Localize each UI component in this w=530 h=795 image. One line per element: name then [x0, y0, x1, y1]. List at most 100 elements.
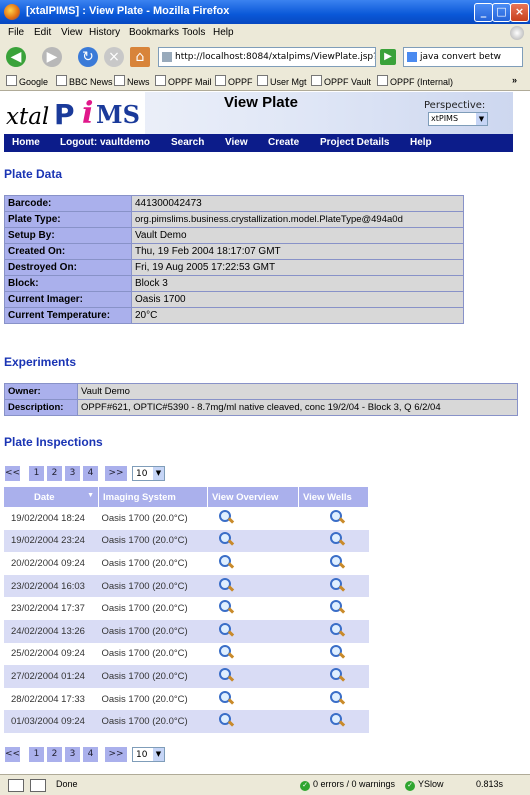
menu-edit[interactable]: Edit	[34, 27, 51, 38]
magnifier-icon[interactable]	[218, 577, 234, 592]
bookmark-icon	[56, 75, 67, 86]
stop-icon[interactable]: ×	[104, 47, 124, 67]
pager-page-2[interactable]: 2	[47, 747, 62, 762]
magnifier-icon[interactable]	[218, 713, 234, 727]
back-arrow-icon[interactable]: ◀	[6, 47, 26, 67]
view-overview-cell	[207, 507, 299, 530]
menu-file[interactable]: File	[8, 27, 24, 38]
pager-page-3[interactable]: 3	[65, 466, 80, 481]
nav-search[interactable]: Search	[171, 137, 204, 148]
magnifier-icon[interactable]	[218, 554, 234, 569]
magnifier-icon[interactable]	[329, 622, 345, 637]
nav-create[interactable]: Create	[268, 137, 299, 148]
magnifier-icon[interactable]	[218, 667, 234, 682]
pager-page-3[interactable]: 3	[65, 747, 80, 762]
menu-view[interactable]: View	[61, 27, 83, 38]
pager-page-4[interactable]: 4	[83, 747, 98, 762]
plate-data-row: Destroyed On: Fri, 19 Aug 2005 17:22:53 G…	[4, 259, 464, 276]
nav-project-details[interactable]: Project Details	[320, 137, 389, 148]
inspection-date: 25/02/2004 09:24	[4, 642, 99, 666]
pager-page-1[interactable]: 1	[29, 747, 44, 762]
magnifier-icon[interactable]	[329, 509, 345, 524]
menu-help[interactable]: Help	[213, 27, 234, 38]
status-bar: Done ✓ 0 errors / 0 warnings ✓ YSlow 0.813…	[0, 774, 530, 795]
inspection-system: Oasis 1700 (20.0°C)	[98, 665, 208, 688]
magnifier-icon[interactable]	[329, 690, 345, 705]
magnifier-icon[interactable]	[329, 667, 345, 682]
column-header-date[interactable]: Date ▼	[4, 487, 99, 507]
plate-data-row: Current Temperature: 20°C	[4, 307, 464, 324]
inspection-date: 23/02/2004 17:37	[4, 597, 99, 620]
magnifier-icon[interactable]	[329, 600, 345, 614]
validator-status[interactable]: ✓ 0 errors / 0 warnings	[300, 779, 395, 791]
reload-icon[interactable]: ↻	[78, 47, 98, 67]
magnifier-icon[interactable]	[218, 509, 234, 524]
magnifier-icon[interactable]	[218, 532, 234, 546]
menu-tools[interactable]: Tools	[182, 27, 205, 38]
search-box[interactable]: java convert betw	[403, 47, 523, 67]
plate-data-row: Current Imager: Oasis 1700	[4, 291, 464, 308]
table-row: 01/03/2004 09:24 Oasis 1700 (20.0°C)	[4, 710, 369, 733]
home-icon[interactable]: ⌂	[130, 47, 150, 67]
nav-help[interactable]: Help	[410, 137, 432, 148]
field-value: Thu, 19 Feb 2004 18:17:07 GMT	[131, 243, 464, 260]
pager-first-button[interactable]: <<	[5, 466, 20, 481]
go-icon[interactable]: ▶	[380, 49, 396, 65]
bookmark-icon	[215, 75, 226, 86]
inspection-date: 20/02/2004 09:24	[4, 552, 99, 575]
magnifier-icon[interactable]	[218, 645, 234, 659]
magnifier-icon[interactable]	[218, 600, 234, 614]
magnifier-icon[interactable]	[329, 532, 345, 546]
inspection-system: Oasis 1700 (20.0°C)	[98, 687, 208, 711]
address-bar[interactable]: http://localhost:8084/xtalpims/ViewPlate…	[158, 47, 376, 67]
magnifier-icon[interactable]	[329, 554, 345, 569]
bookmark-news[interactable]: News	[114, 75, 150, 87]
field-label: Current Imager:	[4, 291, 132, 308]
bookmark-oppf-mail[interactable]: OPPF Mail	[155, 75, 212, 87]
forward-arrow-icon[interactable]: ▶	[42, 47, 62, 67]
nav-logout[interactable]: Logout: vaultdemo	[60, 137, 150, 148]
menu-history[interactable]: History	[89, 27, 120, 38]
page-size-select[interactable]: 10 ▼	[132, 466, 165, 481]
bookmark-google[interactable]: Google	[6, 75, 48, 87]
bookmark-oppf[interactable]: OPPF	[215, 75, 253, 87]
perspective-select[interactable]: xtPIMS ▼	[428, 112, 488, 126]
bookmark-user-mgt[interactable]: User Mgt	[257, 75, 307, 87]
xtalpims-logo[interactable]: xtal P i MS	[4, 92, 145, 134]
nav-home[interactable]: Home	[12, 137, 40, 148]
magnifier-icon[interactable]	[218, 622, 234, 637]
field-value: org.pimslims.business.crystallization.mo…	[131, 211, 464, 228]
yslow-status[interactable]: ✓ YSlow	[405, 779, 444, 791]
pager-next-button[interactable]: >>	[105, 747, 127, 762]
nav-view[interactable]: View	[225, 137, 248, 148]
inspection-date: 19/02/2004 18:24	[4, 507, 99, 530]
pager-page-1[interactable]: 1	[29, 466, 44, 481]
view-wells-cell	[298, 665, 369, 688]
site-favicon	[162, 51, 172, 62]
bookmark-oppf-vault[interactable]: OPPF Vault	[311, 75, 371, 87]
bookmark-icon	[311, 75, 322, 86]
bookmark-oppf-internal[interactable]: OPPF (Internal)	[377, 75, 453, 87]
pager-page-4[interactable]: 4	[83, 466, 98, 481]
magnifier-icon[interactable]	[329, 577, 345, 592]
field-label: Block:	[4, 275, 132, 292]
bookmark-bbc-news[interactable]: BBC News	[56, 75, 113, 87]
magnifier-icon[interactable]	[218, 690, 234, 705]
pager-page-2[interactable]: 2	[47, 466, 62, 481]
page-banner: xtal P i MS View Plate Perspective: xtPI…	[4, 92, 513, 134]
page-size-select[interactable]: 10 ▼	[132, 747, 165, 762]
pager-first-button[interactable]: <<	[5, 747, 20, 762]
magnifier-icon[interactable]	[329, 713, 345, 727]
magnifier-icon[interactable]	[329, 645, 345, 659]
field-label: Created On:	[4, 243, 132, 260]
bookmarks-overflow-icon[interactable]: »	[512, 75, 517, 85]
pager-next-button[interactable]: >>	[105, 466, 127, 481]
minimize-button[interactable]: _	[474, 3, 493, 22]
menu-bookmarks[interactable]: Bookmarks	[129, 27, 179, 38]
view-wells-cell	[298, 597, 369, 620]
field-label: Barcode:	[4, 195, 132, 212]
column-header-imaging-system: Imaging System	[98, 487, 208, 507]
maximize-button[interactable]: □	[492, 3, 511, 22]
close-button[interactable]: ×	[510, 3, 529, 22]
column-header-view-wells: View Wells	[298, 487, 369, 507]
